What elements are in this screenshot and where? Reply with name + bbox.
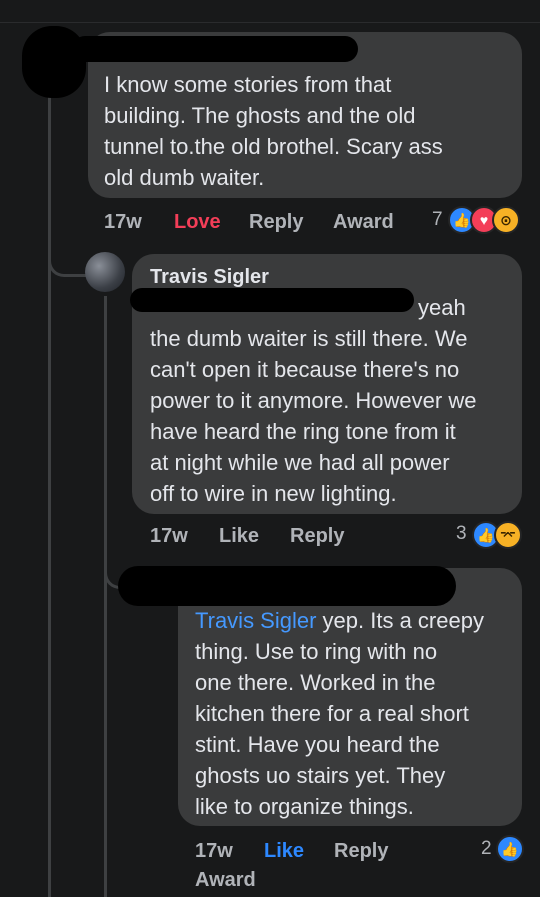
mention-link[interactable]: Travis Sigler (195, 608, 316, 633)
like-icon: 👍 (496, 835, 524, 863)
comment-line: yep. Its a creepy (316, 608, 484, 633)
comment-line: have heard the ring tone from it (150, 419, 456, 444)
redacted-avatar (22, 26, 86, 98)
comment-line: yeah (418, 295, 466, 320)
award-button[interactable]: Award (333, 211, 394, 234)
timestamp[interactable]: 17w (150, 525, 188, 548)
reaction-count[interactable]: 3 (456, 523, 467, 545)
comment-line: stint. Have you heard the (195, 732, 440, 757)
timestamp[interactable]: 17w (195, 840, 233, 863)
comment-text-3: Travis Sigler yep. Its a creepy thing. U… (195, 605, 520, 822)
redacted-author-name (72, 36, 358, 62)
timestamp[interactable]: 17w (104, 211, 142, 234)
comment-line: one there. Worked in the (195, 670, 436, 695)
comment-line: off to wire in new lighting. (150, 481, 397, 506)
comment-line: can't open it because there's no (150, 357, 460, 382)
comment-line: ghosts uo stairs yet. They (195, 763, 446, 788)
redacted-avatar-and-name (118, 566, 456, 606)
author-name[interactable]: Travis Sigler (150, 266, 269, 289)
comment-line: old dumb waiter. (104, 165, 265, 190)
reply-button[interactable]: Reply (249, 211, 303, 234)
love-button[interactable]: Love (174, 211, 221, 234)
comment-line: power to it anymore. However we (150, 388, 477, 413)
comment-text-2: the dumb waiter is still there. We can't… (150, 323, 520, 509)
comment-line: tunnel to.the old brothel. Scary ass (104, 134, 443, 159)
comment-line: building. The ghosts and the old (104, 103, 416, 128)
award-button[interactable]: Award (195, 869, 256, 892)
top-divider (0, 0, 540, 23)
thread-line-reply (104, 296, 107, 897)
wow-icon: ⊙ (492, 206, 520, 234)
comment-line: like to organize things. (195, 794, 414, 819)
reply-button[interactable]: Reply (334, 840, 388, 863)
comment-text-1: I know some stories from that building. … (104, 69, 514, 193)
like-button[interactable]: Like (219, 525, 259, 548)
like-button[interactable]: Like (264, 840, 304, 863)
reaction-icons[interactable]: 👍 ♥ ⊙ (448, 206, 520, 234)
comment-line: thing. Use to ring with no (195, 639, 438, 664)
comment-line: I know some stories from that (104, 72, 392, 97)
reaction-icons[interactable]: 👍 (496, 835, 524, 863)
haha-icon: ⌤ (494, 521, 522, 549)
comment-line: at night while we had all power (150, 450, 450, 475)
reply-button[interactable]: Reply (290, 525, 344, 548)
reaction-icons[interactable]: 👍 ⌤ (472, 521, 522, 549)
reaction-count[interactable]: 7 (432, 209, 443, 231)
comment-line: the dumb waiter is still there. We (150, 326, 468, 351)
thread-line-left (48, 90, 51, 897)
redacted-mention (130, 288, 414, 312)
comment-first-line: Travis Sigler yep. Its a creepy (195, 605, 520, 636)
comment-line: kitchen there for a real short (195, 701, 469, 726)
reaction-count[interactable]: 2 (481, 838, 492, 860)
avatar[interactable] (85, 252, 125, 292)
